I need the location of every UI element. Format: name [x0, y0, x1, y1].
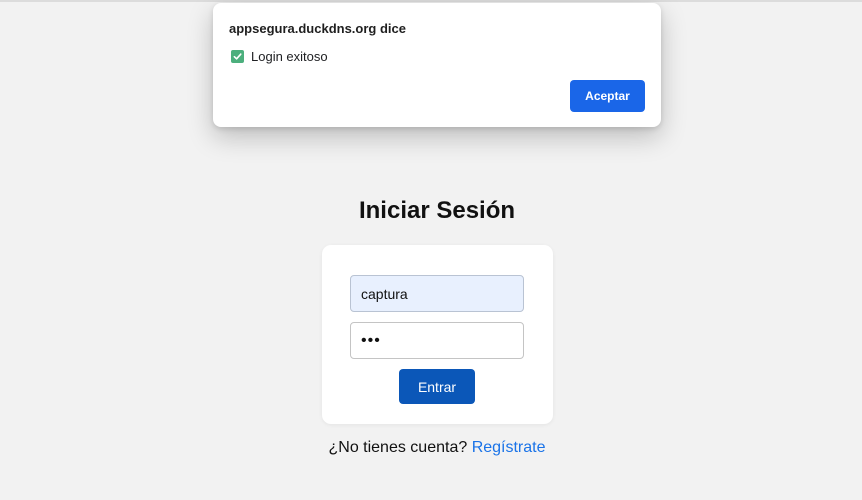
register-question: ¿No tienes cuenta?: [328, 439, 468, 456]
accept-button[interactable]: Aceptar: [570, 80, 645, 112]
register-link[interactable]: Regístrate: [472, 439, 546, 456]
page-title: Iniciar Sesión: [358, 197, 516, 224]
login-form-card: Entrar: [322, 245, 553, 424]
checkmark-icon: [231, 50, 244, 63]
alert-origin-text: appsegura.duckdns.org dice: [229, 21, 406, 36]
alert-message-text: Login exitoso: [251, 49, 328, 64]
password-input[interactable]: [350, 322, 524, 359]
alert-dialog: appsegura.duckdns.org dice Login exitoso…: [213, 3, 661, 127]
username-input[interactable]: [350, 275, 524, 312]
alert-message: Login exitoso: [231, 49, 328, 64]
browser-top-border: [0, 0, 862, 2]
login-submit-button[interactable]: Entrar: [399, 369, 475, 404]
register-prompt: ¿No tienes cuenta? Regístrate: [0, 439, 862, 457]
